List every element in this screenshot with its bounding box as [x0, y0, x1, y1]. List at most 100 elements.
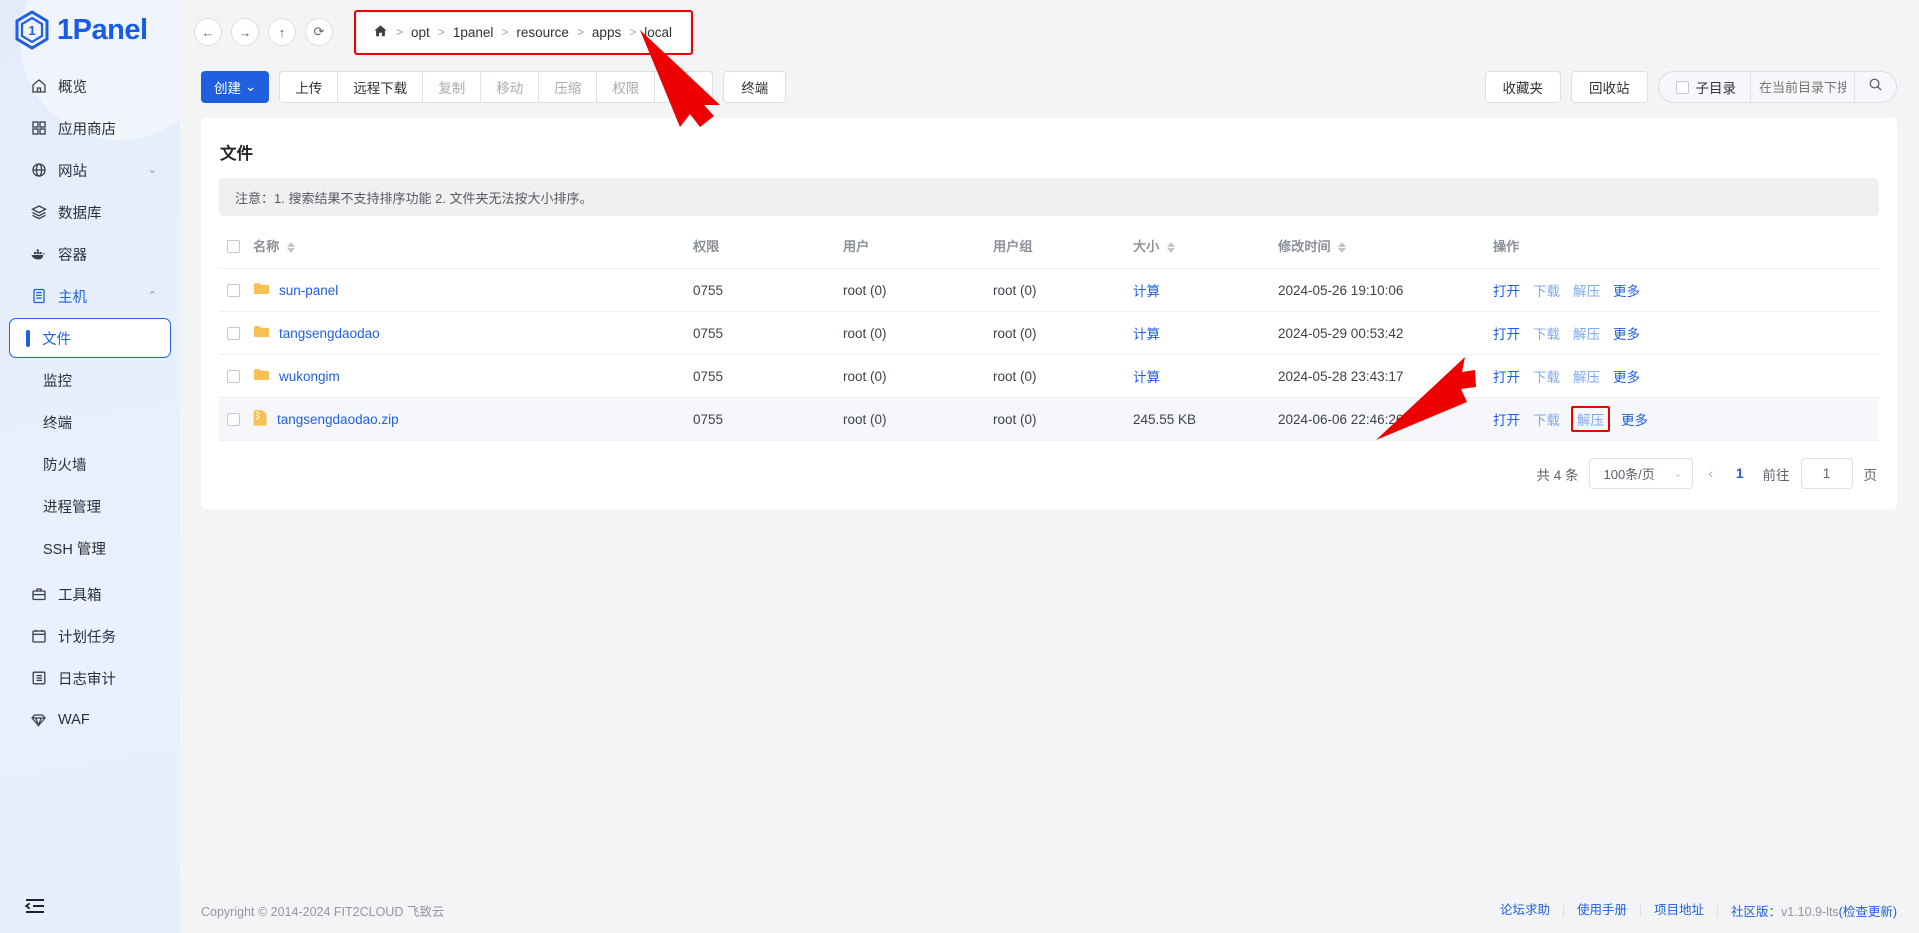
sidebar-item-waf[interactable]: WAF — [9, 700, 171, 740]
search-button[interactable] — [1855, 71, 1897, 103]
sidebar-item-firewall[interactable]: 防火墙 — [9, 444, 171, 484]
calculate-size-link[interactable]: 计算 — [1133, 327, 1160, 342]
extract-action[interactable]: 解压 — [1573, 280, 1600, 300]
select-all-checkbox[interactable] — [227, 240, 240, 253]
brand-logo[interactable]: 1 1Panel — [0, 0, 180, 60]
more-action[interactable]: 更多 — [1613, 323, 1640, 343]
delete-button[interactable]: 删除 — [654, 71, 713, 103]
sidebar-item-website[interactable]: 网站 ⌄ — [9, 150, 171, 190]
nav-refresh-button[interactable]: ⟳ — [305, 18, 333, 46]
recycle-bin-button[interactable]: 回收站 — [1571, 71, 1648, 103]
column-label: 名称 — [253, 239, 279, 254]
file-name-link[interactable]: tangsengdaodao.zip — [277, 412, 399, 427]
sidebar-item-database[interactable]: 数据库 — [9, 192, 171, 232]
goto-page-input[interactable] — [1801, 458, 1853, 489]
footer-link-manual[interactable]: 使用手册 — [1564, 904, 1641, 917]
page-size-select[interactable]: 100条/页 ⌄ — [1589, 458, 1693, 489]
breadcrumb-segment-1panel[interactable]: 1panel — [453, 25, 494, 40]
nav-back-button[interactable]: ← — [194, 18, 222, 46]
column-header-mtime[interactable]: 修改时间 — [1278, 230, 1493, 269]
copy-button[interactable]: 复制 — [422, 71, 480, 103]
table-row[interactable]: wukongim 0755 root (0) root (0) 计算 2024-… — [219, 355, 1879, 398]
row-checkbox[interactable] — [227, 413, 240, 426]
chevron-up-icon: ⌃ — [148, 291, 157, 302]
breadcrumb-segment-apps[interactable]: apps — [592, 25, 621, 40]
globe-icon — [30, 162, 47, 179]
sidebar-item-overview[interactable]: 概览 — [9, 66, 171, 106]
breadcrumb-segment-opt[interactable]: opt — [411, 25, 430, 40]
remote-download-button[interactable]: 远程下载 — [337, 71, 422, 103]
footer-link-project[interactable]: 项目地址 — [1641, 904, 1718, 917]
sidebar-collapse-button[interactable] — [0, 883, 180, 933]
column-header-size[interactable]: 大小 — [1133, 230, 1278, 269]
breadcrumb[interactable]: > opt > 1panel > resource > apps > local — [358, 13, 689, 52]
breadcrumb-segment-resource[interactable]: resource — [516, 25, 569, 40]
row-checkbox[interactable] — [227, 327, 240, 340]
download-action[interactable]: 下载 — [1533, 323, 1560, 343]
sidebar-item-container[interactable]: 容器 — [9, 234, 171, 274]
home-solid-icon[interactable] — [373, 24, 388, 41]
compress-button[interactable]: 压缩 — [538, 71, 596, 103]
sidebar-item-monitor[interactable]: 监控 — [9, 360, 171, 400]
favorites-button[interactable]: 收藏夹 — [1485, 71, 1562, 103]
page-number-1[interactable]: 1 — [1728, 466, 1752, 481]
sidebar-item-log-audit[interactable]: 日志审计 — [9, 658, 171, 698]
download-action[interactable]: 下载 — [1533, 280, 1560, 300]
search-input[interactable] — [1751, 71, 1855, 103]
extract-action[interactable]: 解压 — [1571, 406, 1610, 432]
sidebar-item-host[interactable]: 主机 ⌃ — [9, 276, 171, 316]
file-name-link[interactable]: wukongim — [279, 369, 340, 384]
row-group-cell: root (0) — [993, 312, 1133, 355]
download-action[interactable]: 下载 — [1533, 366, 1560, 386]
file-name-link[interactable]: tangsengdaodao — [279, 326, 380, 341]
table-row[interactable]: tangsengdaodao.zip 0755 root (0) root (0… — [219, 398, 1879, 441]
sidebar-item-files[interactable]: 文件 — [9, 318, 171, 358]
calculate-size-link[interactable]: 计算 — [1133, 284, 1160, 299]
column-header-name[interactable]: 名称 — [253, 230, 693, 269]
sidebar-item-toolbox[interactable]: 工具箱 — [9, 574, 171, 614]
sidebar-item-label: 计划任务 — [58, 626, 116, 647]
breadcrumb-segment-local[interactable]: local — [644, 25, 672, 40]
sort-arrows-icon[interactable] — [1338, 242, 1346, 253]
file-name-link[interactable]: sun-panel — [279, 283, 338, 298]
extract-action[interactable]: 解压 — [1573, 366, 1600, 386]
upload-button[interactable]: 上传 — [279, 71, 337, 103]
row-checkbox[interactable] — [227, 284, 240, 297]
svg-text:1: 1 — [28, 23, 35, 38]
breadcrumb-separator: > — [629, 25, 636, 39]
more-action[interactable]: 更多 — [1613, 366, 1640, 386]
sort-arrows-icon[interactable] — [1167, 242, 1175, 253]
extract-action[interactable]: 解压 — [1573, 323, 1600, 343]
subdirectory-checkbox[interactable] — [1676, 81, 1689, 94]
table-row[interactable]: sun-panel 0755 root (0) root (0) 计算 2024… — [219, 269, 1879, 312]
sidebar-item-cron-jobs[interactable]: 计划任务 — [9, 616, 171, 656]
calculate-size-link[interactable]: 计算 — [1133, 370, 1160, 385]
open-action[interactable]: 打开 — [1493, 366, 1520, 386]
sidebar-item-app-store[interactable]: 应用商店 — [9, 108, 171, 148]
open-action[interactable]: 打开 — [1493, 409, 1520, 429]
subdirectory-toggle[interactable]: 子目录 — [1658, 71, 1752, 103]
sidebar-item-process-manage[interactable]: 进程管理 — [9, 486, 171, 526]
open-action[interactable]: 打开 — [1493, 323, 1520, 343]
check-update-link[interactable]: (检查更新) — [1839, 905, 1897, 919]
row-checkbox[interactable] — [227, 370, 240, 383]
sort-arrows-icon[interactable] — [287, 242, 295, 253]
sidebar-item-ssh-manage[interactable]: SSH 管理 — [9, 528, 171, 568]
nav-forward-button[interactable]: → — [231, 18, 259, 46]
page-unit-label: 页 — [1864, 464, 1878, 484]
terminal-button[interactable]: 终端 — [723, 71, 786, 103]
permission-button[interactable]: 权限 — [596, 71, 654, 103]
more-action[interactable]: 更多 — [1621, 409, 1648, 429]
create-button[interactable]: 创建 ⌄ — [201, 71, 269, 103]
nav-up-button[interactable]: ↑ — [268, 18, 296, 46]
open-action[interactable]: 打开 — [1493, 280, 1520, 300]
prev-page-button[interactable]: ‹ — [1704, 466, 1717, 481]
more-action[interactable]: 更多 — [1613, 280, 1640, 300]
sidebar-item-terminal[interactable]: 终端 — [9, 402, 171, 442]
table-row[interactable]: tangsengdaodao 0755 root (0) root (0) 计算… — [219, 312, 1879, 355]
move-button[interactable]: 移动 — [480, 71, 538, 103]
row-group-cell: root (0) — [993, 355, 1133, 398]
download-action[interactable]: 下载 — [1533, 409, 1560, 429]
row-select-cell — [219, 398, 253, 441]
footer-link-forum[interactable]: 论坛求助 — [1487, 904, 1564, 917]
